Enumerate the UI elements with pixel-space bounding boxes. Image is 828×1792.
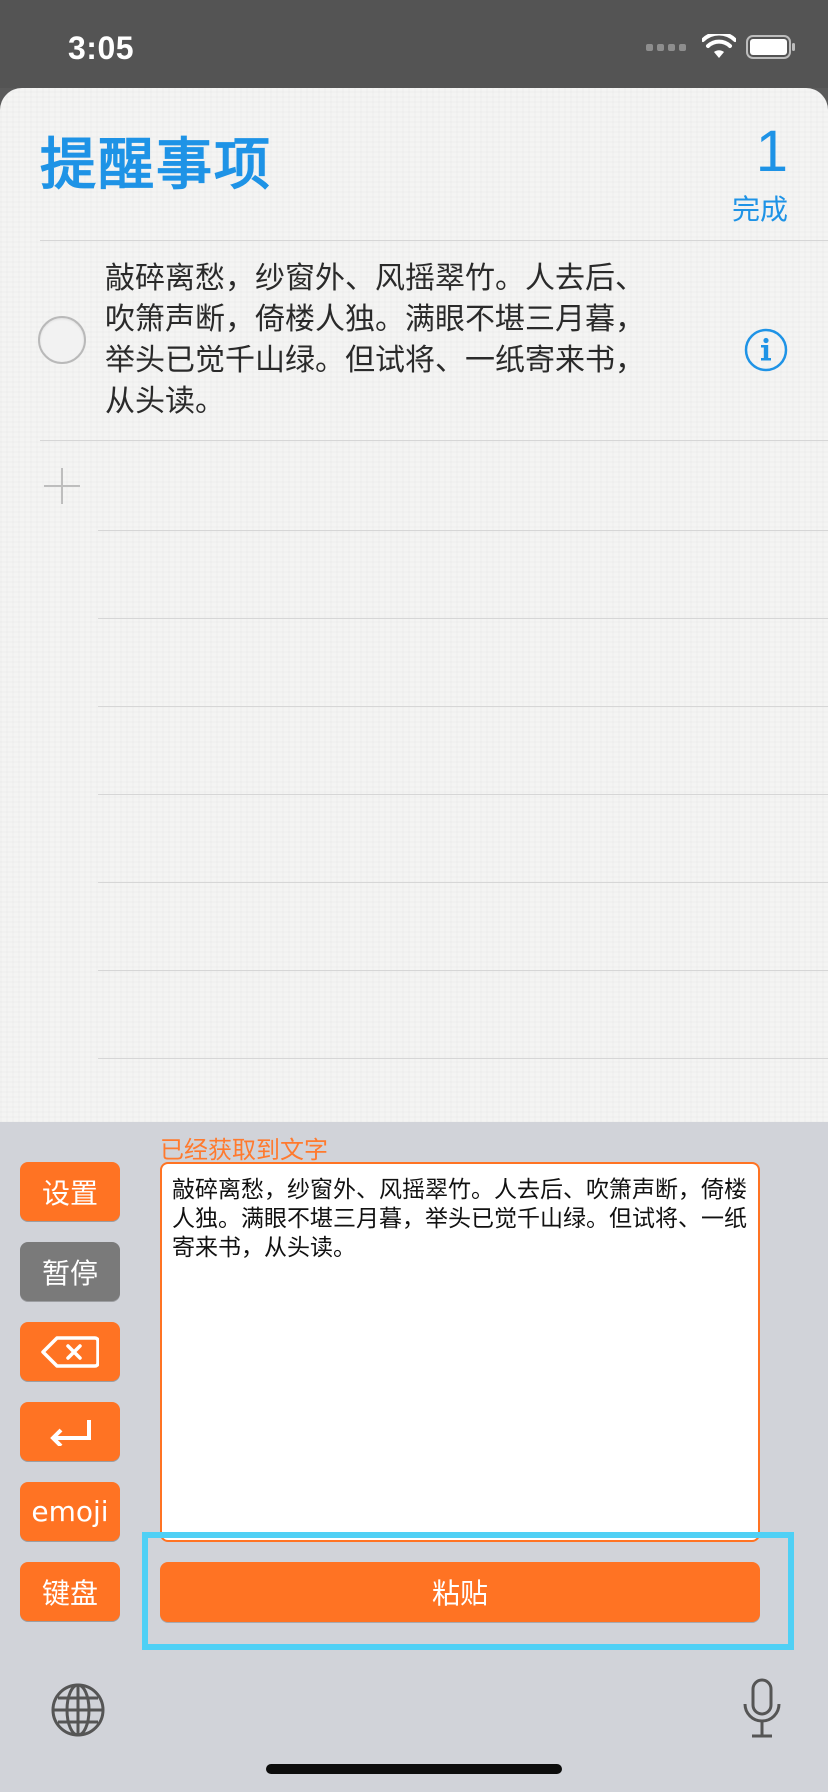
- highlight-box: [142, 1532, 794, 1650]
- cellular-signal-icon: [646, 43, 686, 51]
- status-bar: 3:05: [0, 0, 828, 88]
- return-button[interactable]: [20, 1402, 120, 1461]
- keyboard-switch-button[interactable]: 键盘: [20, 1562, 120, 1621]
- recognized-text-area[interactable]: 敲碎离愁，纱窗外、风摇翠竹。人去后、吹箫声断，倚楼人独。满眼不堪三月暮，举头已觉…: [160, 1162, 760, 1542]
- status-label: 已经获取到文字: [160, 1136, 328, 1164]
- globe-icon[interactable]: [50, 1682, 106, 1738]
- pause-button[interactable]: 暂停: [20, 1242, 120, 1301]
- completed-count: 1: [755, 119, 788, 184]
- empty-row-line: [98, 970, 828, 971]
- backspace-icon: [41, 1335, 99, 1368]
- return-icon: [50, 1419, 91, 1446]
- info-icon[interactable]: [744, 328, 788, 372]
- status-time: 3:05: [68, 30, 135, 66]
- reminder-item[interactable]: 敲碎离愁，纱窗外、风摇翠竹。人去后、吹箫声断，倚楼人独。满眼不堪三月暮，举头已觉…: [0, 238, 828, 440]
- complete-toggle[interactable]: [38, 316, 86, 364]
- settings-button[interactable]: 设置: [20, 1162, 120, 1221]
- empty-row-line: [98, 706, 828, 707]
- reminder-text[interactable]: 敲碎离愁，纱窗外、风摇翠竹。人去后、吹箫声断，倚楼人独。满眼不堪三月暮，举头已觉…: [105, 258, 670, 422]
- microphone-icon[interactable]: [740, 1678, 784, 1740]
- wifi-icon: [702, 34, 736, 58]
- battery-icon: [746, 35, 795, 59]
- empty-row-line: [98, 1058, 828, 1059]
- status-icons: [646, 34, 796, 60]
- home-indicator[interactable]: [266, 1764, 562, 1774]
- empty-row-line: [98, 530, 828, 531]
- empty-row-line: [98, 794, 828, 795]
- completed-label[interactable]: 完成: [732, 188, 788, 228]
- backspace-button[interactable]: [20, 1322, 120, 1381]
- empty-row-line: [98, 882, 828, 883]
- row-divider: [40, 440, 828, 441]
- emoji-button[interactable]: emoji: [20, 1482, 120, 1541]
- empty-row-line: [98, 618, 828, 619]
- page-title: 提醒事项: [40, 133, 272, 198]
- keyboard-panel: 已经获取到文字 设置 暂停 emoji 键盘 敲碎离愁，纱窗外、风摇翠竹。人去后…: [0, 1122, 828, 1792]
- reminders-sheet: 提醒事项 1 完成 敲碎离愁，纱窗外、风摇翠竹。人去后、吹箫声断，倚楼人独。满眼…: [0, 88, 828, 1123]
- add-icon[interactable]: [42, 466, 82, 506]
